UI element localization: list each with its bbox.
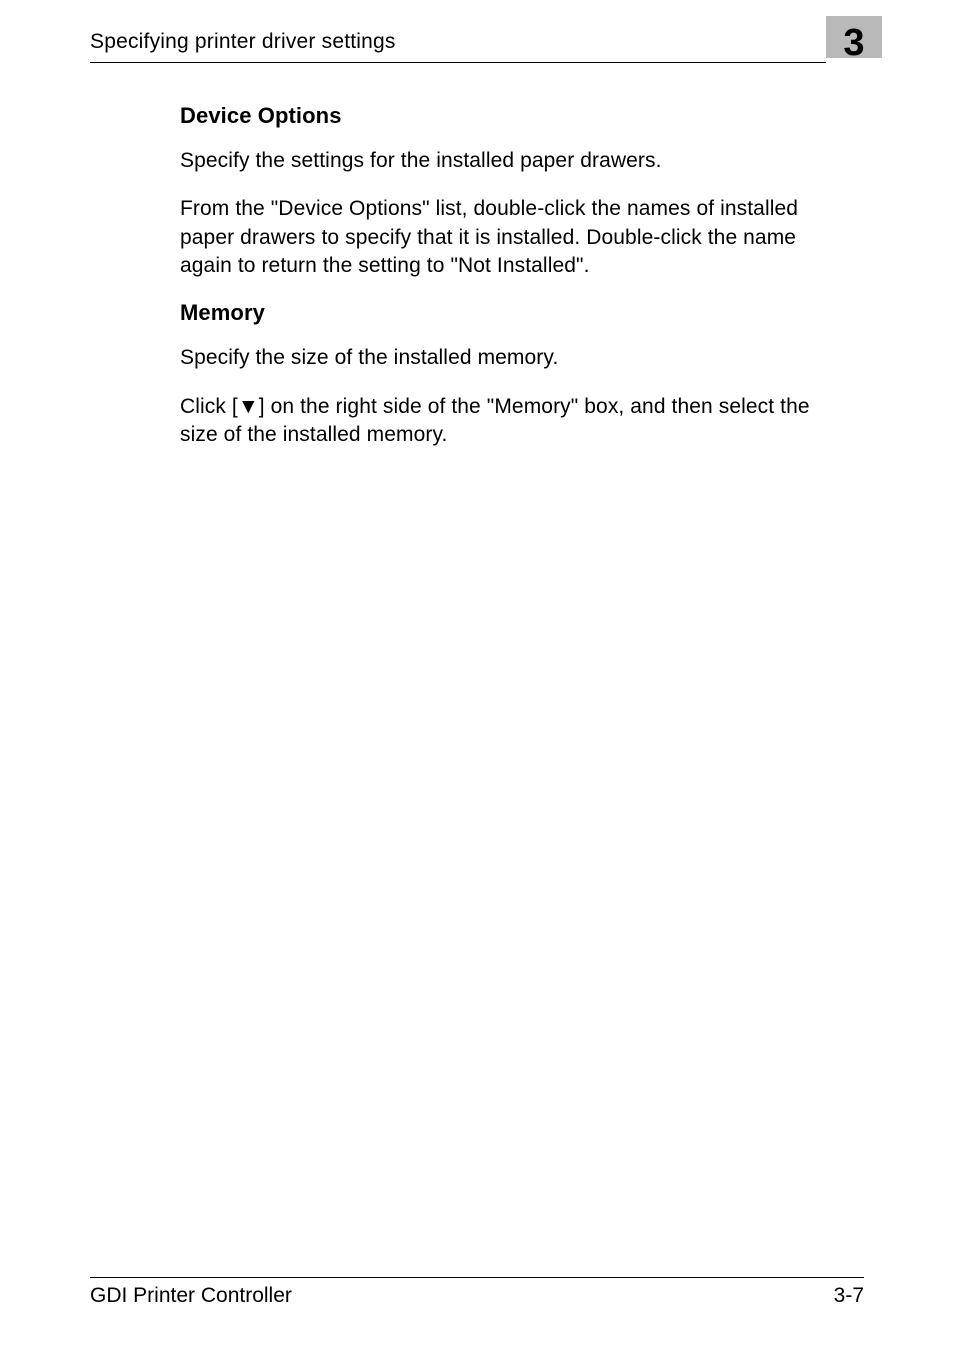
chapter-number: 3 xyxy=(843,22,864,65)
chapter-tab: 3 xyxy=(826,16,882,58)
memory-para-2-suffix: ] on the right side of the "Memory" box,… xyxy=(180,395,810,446)
page-header-title: Specifying printer driver settings xyxy=(90,30,396,54)
memory-para-1: Specify the size of the installed memory… xyxy=(180,344,844,372)
memory-para-2: Click [▼] on the right side of the "Memo… xyxy=(180,393,844,450)
footer-page-number: 3-7 xyxy=(834,1284,864,1308)
down-triangle-icon: ▼ xyxy=(238,395,259,418)
memory-para-2-prefix: Click [ xyxy=(180,395,238,418)
footer-rule xyxy=(90,1277,864,1278)
device-options-heading: Device Options xyxy=(180,103,844,129)
footer-left-text: GDI Printer Controller xyxy=(90,1284,292,1308)
memory-heading: Memory xyxy=(180,300,844,326)
device-options-para-2: From the "Device Options" list, double-c… xyxy=(180,195,844,280)
page-footer: GDI Printer Controller 3-7 xyxy=(90,1277,864,1308)
page-content: Device Options Specify the settings for … xyxy=(90,63,864,449)
device-options-para-1: Specify the settings for the installed p… xyxy=(180,147,844,175)
